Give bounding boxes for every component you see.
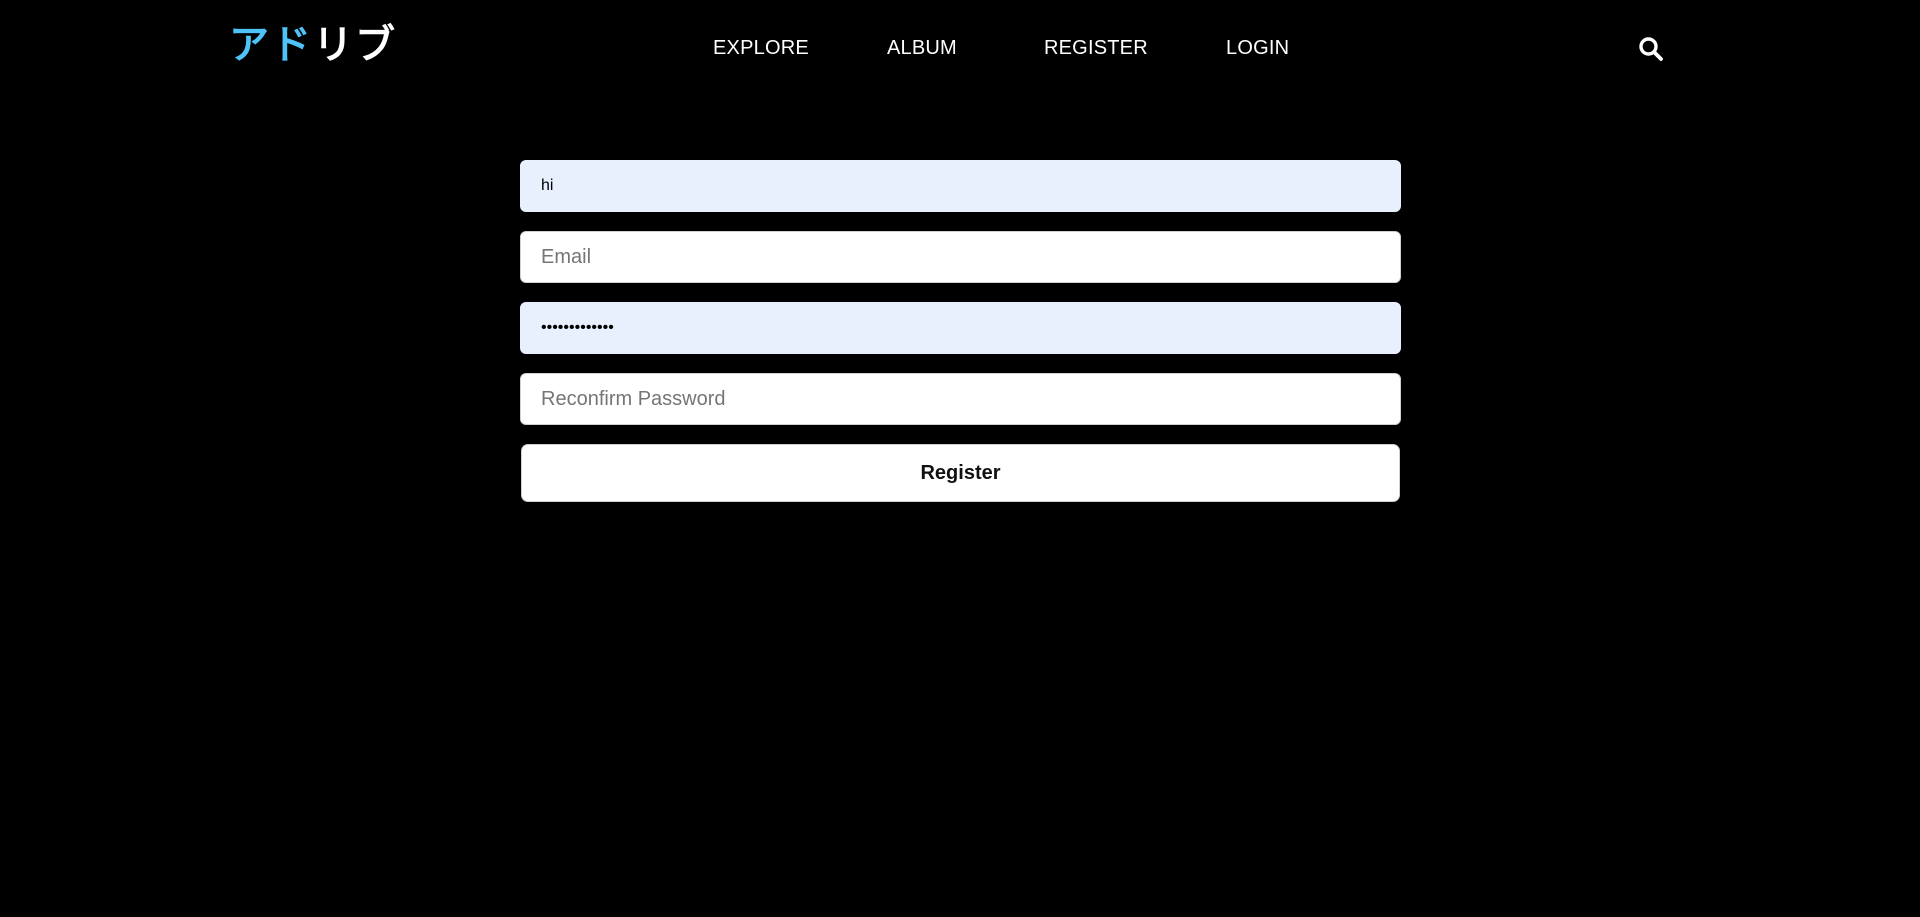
nav-link-login[interactable]: LOGIN [1226, 30, 1289, 66]
username-input[interactable] [520, 160, 1401, 212]
search-icon [1639, 37, 1663, 61]
nav-link-album[interactable]: ALBUM [887, 30, 957, 66]
main-nav: EXPLORE ALBUM REGISTER LOGIN [0, 30, 1920, 66]
search-button[interactable] [1637, 35, 1665, 63]
page: アドリブ EXPLORE ALBUM REGISTER LOGIN Regist… [0, 0, 1920, 917]
register-button[interactable]: Register [521, 444, 1400, 502]
email-input[interactable] [520, 231, 1401, 283]
register-form: Register [520, 160, 1401, 502]
navbar: アドリブ EXPLORE ALBUM REGISTER LOGIN [0, 0, 1920, 96]
nav-link-register[interactable]: REGISTER [1044, 30, 1148, 66]
reconfirm-password-input[interactable] [520, 373, 1401, 425]
nav-link-explore[interactable]: EXPLORE [713, 30, 809, 66]
password-input[interactable] [520, 302, 1401, 354]
